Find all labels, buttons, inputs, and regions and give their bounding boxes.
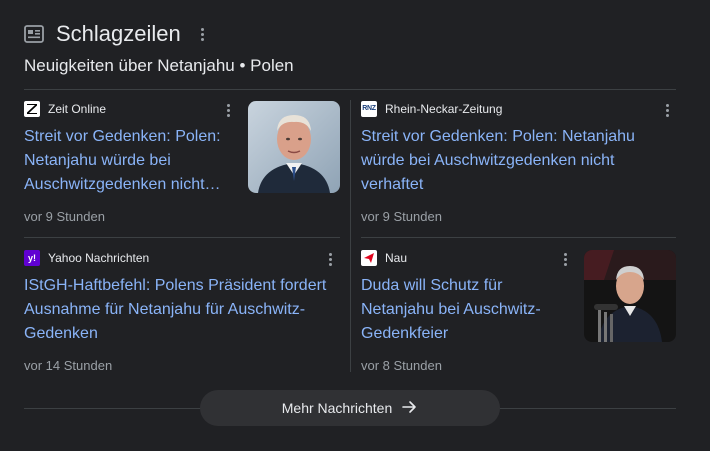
headline-link[interactable]: Streit vor Gedenken: Polen: Netanjahu wü… [361, 125, 661, 197]
section-more-options-button[interactable] [192, 24, 212, 44]
more-news-label: Mehr Nachrichten [281, 400, 393, 416]
section-subtitle: Neuigkeiten über Netanjahu • Polen [24, 56, 294, 75]
news-card-3[interactable]: y! Yahoo Nachrichten IStGH-Haftbefehl: P… [24, 247, 340, 379]
rnz-logo-icon: RNZ [361, 101, 377, 117]
yahoo-logo-text: y! [27, 253, 36, 263]
divider [24, 237, 340, 238]
headline-link[interactable]: Streit vor Gedenken: Polen: Netanjahu wü… [24, 125, 229, 197]
nau-logo-icon [361, 250, 377, 266]
zeit-online-logo-icon [24, 101, 40, 117]
card-more-options-button[interactable] [557, 250, 573, 268]
news-card-2[interactable]: RNZ Rhein-Neckar-Zeitung Streit vor Gede… [361, 98, 676, 230]
card-more-options-button[interactable] [322, 250, 338, 268]
column-divider [350, 100, 351, 372]
news-card-4[interactable]: Nau Duda will Schutz für Netanjahu bei A… [361, 247, 676, 379]
card-more-options-button[interactable] [220, 101, 236, 119]
timestamp: vor 9 Stunden [361, 209, 442, 224]
timestamp: vor 8 Stunden [361, 358, 442, 373]
divider [24, 89, 676, 90]
source-name: Zeit Online [48, 102, 107, 116]
more-news-button[interactable]: Mehr Nachrichten [200, 390, 500, 426]
timestamp: vor 9 Stunden [24, 209, 105, 224]
article-thumbnail[interactable] [248, 101, 340, 193]
source-name: Yahoo Nachrichten [48, 251, 150, 265]
source-name: Rhein-Neckar-Zeitung [385, 102, 503, 116]
rnz-logo-text: RNZ [362, 105, 376, 112]
divider [361, 237, 676, 238]
newspaper-icon [24, 25, 44, 43]
yahoo-logo-icon: y! [24, 250, 40, 266]
timestamp: vor 14 Stunden [24, 358, 113, 373]
section-title: Schlagzeilen [56, 21, 181, 46]
source-name: Nau [385, 251, 408, 265]
article-thumbnail[interactable] [584, 250, 676, 342]
headline-link[interactable]: Duda will Schutz für Netanjahu bei Ausch… [361, 274, 561, 346]
arrow-right-icon [402, 400, 418, 417]
card-more-options-button[interactable] [659, 101, 675, 119]
news-card-1[interactable]: Zeit Online Streit vor Gedenken: Polen: … [24, 98, 340, 230]
headline-link[interactable]: IStGH-Haftbefehl: Polens Präsident forde… [24, 274, 334, 346]
